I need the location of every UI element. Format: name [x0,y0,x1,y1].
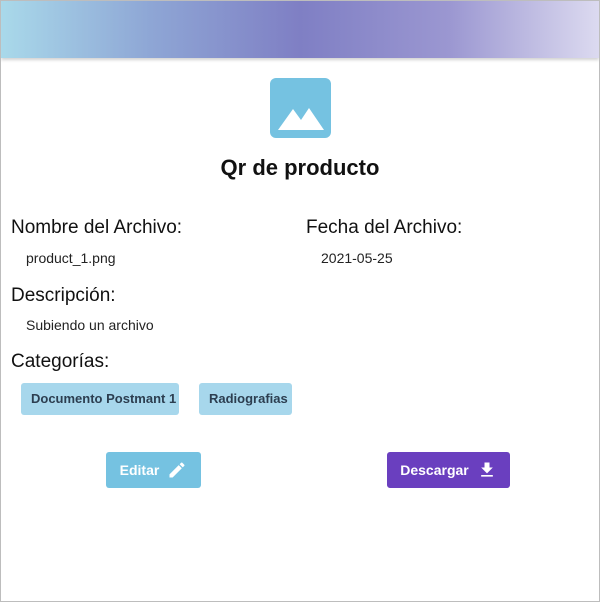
file-name-value: product_1.png [26,250,116,266]
category-chip: Radiografias [199,383,292,415]
description-value: Subiendo un archivo [26,317,154,333]
edit-button-label: Editar [119,462,160,478]
download-icon [477,460,497,480]
file-detail-card: Qr de producto Nombre del Archivo: produ… [0,0,600,602]
category-chip: Documento Postmant 1 [21,383,179,415]
file-date-label: Fecha del Archivo: [306,217,463,238]
file-date-value: 2021-05-25 [321,250,393,266]
page-title: Qr de producto [220,155,380,180]
file-name-label: Nombre del Archivo: [11,217,183,238]
categories-label: Categorías: [11,351,110,372]
download-button-label: Descargar [400,462,469,478]
download-button[interactable]: Descargar [387,452,510,488]
header-banner [1,1,599,58]
image-placeholder-icon [270,78,331,138]
pencil-icon [167,460,187,480]
description-label: Descripción: [11,285,116,306]
edit-button[interactable]: Editar [106,452,201,488]
